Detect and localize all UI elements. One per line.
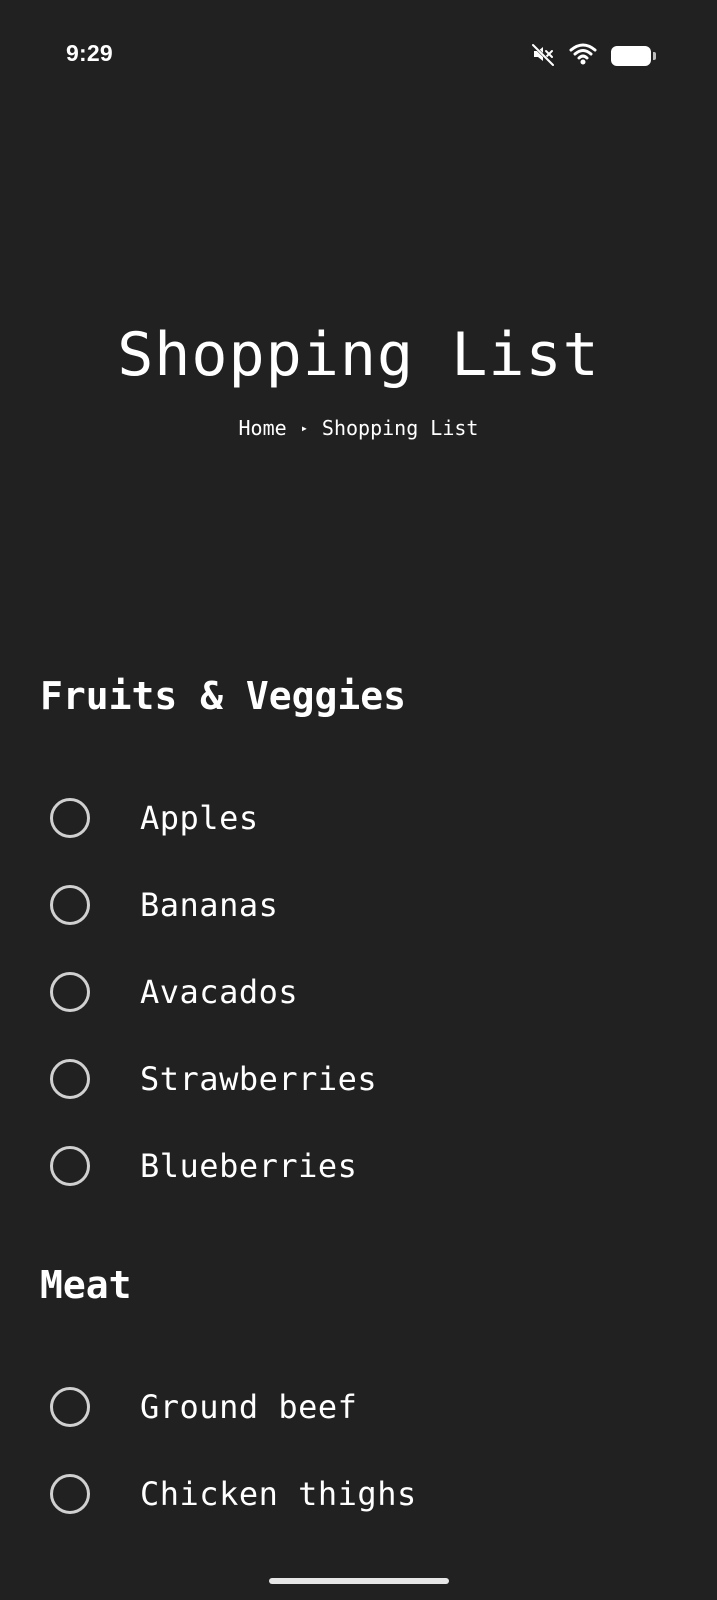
section-meat: Meat Ground beef Chicken thighs — [40, 1257, 677, 1537]
list-item[interactable]: Chicken thighs — [40, 1450, 677, 1537]
status-bar: 9:29 — [0, 0, 717, 112]
home-indicator[interactable] — [268, 1578, 449, 1584]
section-title: Meat — [40, 1263, 132, 1307]
list-item[interactable]: Strawberries — [40, 1035, 677, 1122]
item-label: Avacados — [140, 972, 299, 1011]
checkbox-icon[interactable] — [50, 1145, 90, 1186]
checkbox-icon[interactable] — [50, 884, 90, 925]
item-label: Blueberries — [140, 1146, 358, 1185]
checkbox-icon[interactable] — [50, 797, 90, 838]
page-header: Shopping List Home ▸ Shopping List — [0, 320, 717, 440]
list-item[interactable]: Ground beef — [40, 1363, 677, 1450]
breadcrumb-current: Shopping List — [321, 416, 479, 440]
item-label: Apples — [140, 798, 259, 837]
item-label: Ground beef — [140, 1387, 358, 1426]
shopping-list: Fruits & Veggies Apples Bananas Avacados… — [40, 668, 677, 1537]
list-item[interactable]: Blueberries — [40, 1122, 677, 1209]
mute-icon — [531, 42, 555, 70]
list-item[interactable]: Avacados — [40, 948, 677, 1035]
item-list: Ground beef Chicken thighs — [40, 1363, 677, 1537]
item-list: Apples Bananas Avacados Strawberries Blu… — [40, 774, 677, 1209]
status-time: 9:29 — [66, 40, 113, 66]
page-title: Shopping List — [117, 320, 600, 390]
item-label: Strawberries — [140, 1059, 378, 1098]
list-item[interactable]: Apples — [40, 774, 677, 861]
wifi-icon — [569, 43, 597, 69]
item-label: Bananas — [140, 885, 279, 924]
checkbox-icon[interactable] — [50, 1473, 90, 1514]
checkbox-icon[interactable] — [50, 1386, 90, 1427]
checkbox-icon[interactable] — [50, 971, 90, 1012]
section-title: Fruits & Veggies — [40, 674, 407, 718]
battery-icon — [611, 46, 656, 66]
breadcrumb-home-link[interactable]: Home — [239, 416, 287, 440]
breadcrumb: Home ▸ Shopping List — [0, 416, 717, 440]
breadcrumb-separator-icon: ▸ — [300, 421, 308, 435]
item-label: Chicken thighs — [140, 1474, 417, 1513]
checkbox-icon[interactable] — [50, 1058, 90, 1099]
status-icons — [531, 42, 656, 70]
list-item[interactable]: Bananas — [40, 861, 677, 948]
section-fruits-veggies: Fruits & Veggies Apples Bananas Avacados… — [40, 668, 677, 1209]
